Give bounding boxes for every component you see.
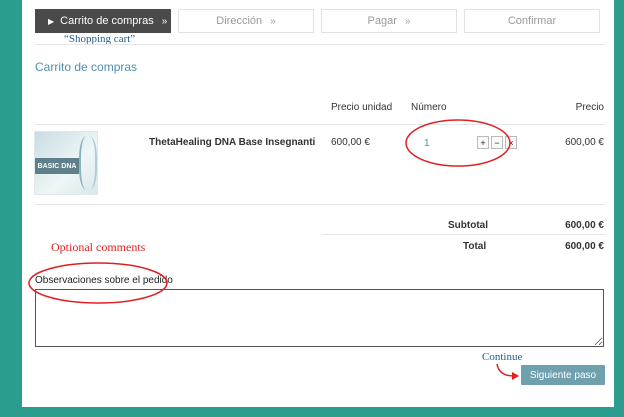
divider bbox=[322, 234, 605, 235]
step-confirm-label: Confirmar bbox=[507, 15, 557, 27]
quantity-controls: + − × bbox=[477, 136, 517, 149]
total-label: Total bbox=[463, 241, 487, 252]
observations-textarea[interactable] bbox=[35, 289, 604, 347]
subtotal-label: Subtotal bbox=[448, 220, 488, 231]
step-separator: » bbox=[161, 15, 168, 27]
quantity-input[interactable]: 1 bbox=[424, 138, 430, 149]
step-cart[interactable]: ▶ Carrito de compras » bbox=[35, 9, 171, 33]
step-pay[interactable]: Pagar » bbox=[321, 9, 457, 33]
step-address[interactable]: Dirección » bbox=[178, 9, 314, 33]
observations-label: Observaciones sobre el pedido bbox=[35, 275, 173, 286]
next-step-button[interactable]: Siguiente paso bbox=[521, 365, 605, 385]
divider bbox=[35, 204, 605, 205]
header-unit-price: Precio unidad bbox=[331, 102, 393, 113]
header-price: Precio bbox=[575, 102, 604, 113]
divider bbox=[35, 44, 605, 45]
product-image-label: BASIC DNA bbox=[35, 158, 79, 174]
page-title: Carrito de compras bbox=[35, 60, 138, 74]
dna-helix-icon bbox=[79, 136, 97, 190]
plus-button[interactable]: + bbox=[477, 136, 489, 149]
annotation-continue: Continue bbox=[482, 351, 523, 363]
caret-right-icon: ▶ bbox=[48, 16, 55, 26]
product-price: 600,00 € bbox=[565, 137, 604, 148]
divider bbox=[35, 124, 605, 125]
header-number: Número bbox=[411, 102, 447, 113]
step-separator: » bbox=[270, 15, 276, 27]
step-confirm[interactable]: Confirmar bbox=[464, 9, 600, 33]
checkout-panel: ▶ Carrito de compras » Dirección » Pagar… bbox=[22, 0, 614, 407]
step-address-label: Dirección bbox=[216, 15, 263, 27]
step-pay-label: Pagar bbox=[367, 15, 397, 27]
product-name[interactable]: ThetaHealing DNA Base Insegnanti bbox=[149, 137, 315, 148]
annotation-optional-comments: Optional comments bbox=[51, 240, 146, 254]
step-cart-label: Carrito de compras bbox=[60, 15, 154, 27]
product-image[interactable]: BASIC DNA bbox=[34, 131, 98, 195]
minus-button[interactable]: − bbox=[491, 136, 503, 149]
product-unit-price: 600,00 € bbox=[331, 137, 370, 148]
step-separator: » bbox=[404, 15, 411, 27]
subtotal-value: 600,00 € bbox=[565, 220, 604, 231]
total-value: 600,00 € bbox=[565, 241, 604, 252]
remove-button[interactable]: × bbox=[505, 136, 517, 149]
